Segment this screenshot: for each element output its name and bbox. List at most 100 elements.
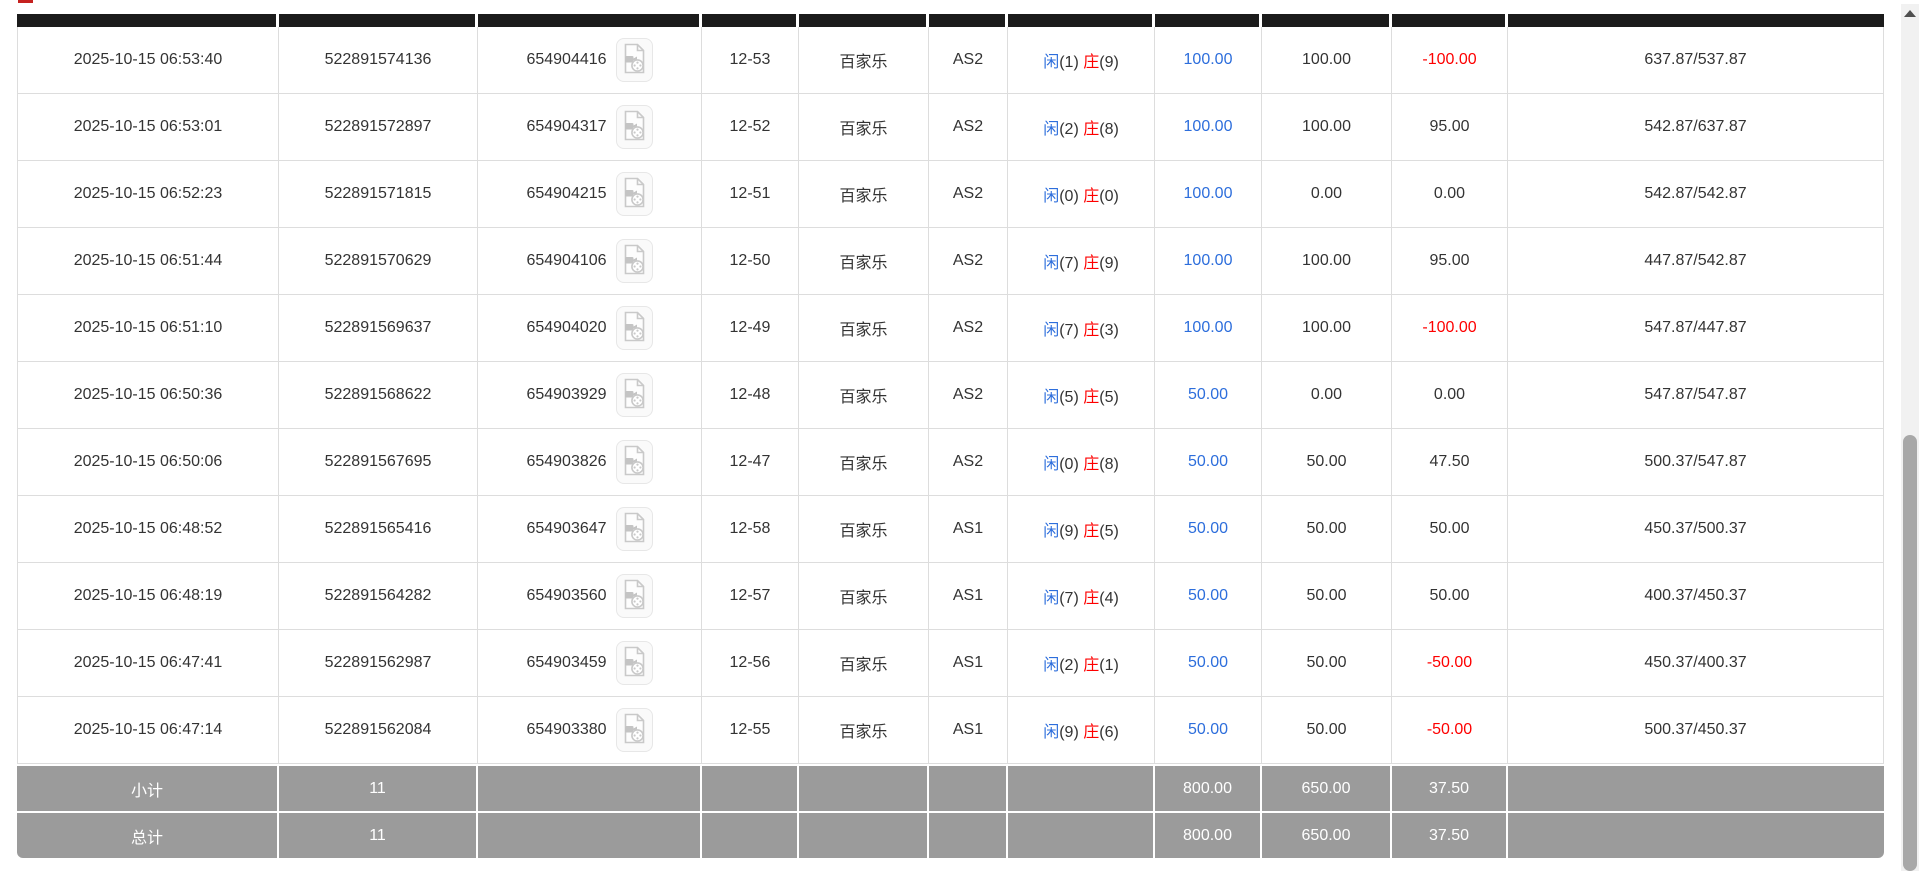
footer-empty: [478, 811, 702, 858]
cell-game-no: 654903560: [478, 563, 702, 630]
col-header-result: [1008, 14, 1155, 27]
cell-balance: 500.37/547.87: [1508, 429, 1884, 496]
video-file-icon: [622, 713, 647, 747]
table-row: 2025-10-15 06:51:10522891569637654904020…: [17, 295, 1884, 362]
table-row: 2025-10-15 06:52:23522891571815654904215…: [17, 161, 1884, 228]
bet-amount-link[interactable]: 50.00: [1188, 520, 1228, 537]
result-player-label: 闲: [1043, 657, 1059, 674]
col-header-bet: [1155, 14, 1262, 27]
video-replay-button[interactable]: [616, 440, 653, 484]
cell-table: AS2: [929, 362, 1008, 429]
cell-valid-amount: 100.00: [1262, 27, 1392, 94]
result-player-score: (2): [1059, 121, 1083, 138]
cell-game-type: 百家乐: [799, 27, 929, 94]
bet-amount-link[interactable]: 50.00: [1188, 721, 1228, 738]
cell-order-no: 522891574136: [279, 27, 478, 94]
scrollbar-up-arrow-icon[interactable]: [1904, 10, 1916, 17]
col-header-valid: [1262, 14, 1392, 27]
bet-amount-link[interactable]: 50.00: [1188, 453, 1228, 470]
cell-result: 闲(0) 庄(8): [1008, 429, 1155, 496]
red-marker: [18, 0, 33, 3]
cell-result: 闲(7) 庄(9): [1008, 228, 1155, 295]
video-replay-button[interactable]: [616, 172, 653, 216]
cell-balance: 447.87/542.87: [1508, 228, 1884, 295]
cell-valid-amount: 50.00: [1262, 697, 1392, 764]
cell-bet-amount: 100.00: [1155, 295, 1262, 362]
video-replay-button[interactable]: [616, 373, 653, 417]
cell-win-loss: -50.00: [1392, 697, 1508, 764]
result-player-score: (5): [1059, 389, 1083, 406]
cell-valid-amount: 0.00: [1262, 161, 1392, 228]
result-player-label: 闲: [1043, 188, 1059, 205]
bet-amount-link[interactable]: 50.00: [1188, 386, 1228, 403]
video-replay-button[interactable]: [616, 38, 653, 82]
bet-amount-link[interactable]: 100.00: [1184, 51, 1233, 68]
cell-balance: 450.37/400.37: [1508, 630, 1884, 697]
game-no-group: 654904215: [526, 172, 652, 216]
cell-game-type: 百家乐: [799, 496, 929, 563]
table-row: 2025-10-15 06:47:41522891562987654903459…: [17, 630, 1884, 697]
cell-valid-amount: 100.00: [1262, 295, 1392, 362]
footer-winloss-total: 37.50: [1392, 811, 1508, 858]
result-player-label: 闲: [1043, 590, 1059, 607]
vertical-scrollbar[interactable]: [1901, 4, 1919, 871]
cell-time: 2025-10-15 06:50:06: [17, 429, 279, 496]
bet-amount-link[interactable]: 100.00: [1184, 252, 1233, 269]
bet-amount-link[interactable]: 50.00: [1188, 654, 1228, 671]
cell-table: AS1: [929, 697, 1008, 764]
cell-balance: 542.87/637.87: [1508, 94, 1884, 161]
result-banker-score: (8): [1099, 121, 1119, 138]
cell-bet-amount: 100.00: [1155, 27, 1262, 94]
footer-empty: [929, 764, 1008, 811]
col-header-game-type: [799, 14, 929, 27]
footer-count: 11: [279, 764, 478, 811]
result-banker-label: 庄: [1083, 121, 1099, 138]
video-replay-button[interactable]: [616, 708, 653, 752]
scrollbar-thumb[interactable]: [1903, 435, 1917, 871]
cell-order-no: 522891570629: [279, 228, 478, 295]
cell-round: 12-53: [702, 27, 799, 94]
video-file-icon: [622, 646, 647, 680]
bet-amount-link[interactable]: 100.00: [1184, 319, 1233, 336]
cell-result: 闲(1) 庄(9): [1008, 27, 1155, 94]
video-replay-button[interactable]: [616, 507, 653, 551]
game-no-group: 654903929: [526, 373, 652, 417]
result-banker-score: (0): [1099, 188, 1119, 205]
cell-order-no: 522891571815: [279, 161, 478, 228]
footer-empty: [799, 811, 929, 858]
cell-result: 闲(2) 庄(8): [1008, 94, 1155, 161]
bet-amount-link[interactable]: 50.00: [1188, 587, 1228, 604]
video-replay-button[interactable]: [616, 306, 653, 350]
result-player-label: 闲: [1043, 724, 1059, 741]
total-row: 总计11800.00650.0037.50: [17, 811, 1884, 858]
table-row: 2025-10-15 06:47:14522891562084654903380…: [17, 697, 1884, 764]
game-no-group: 654904106: [526, 239, 652, 283]
cell-time: 2025-10-15 06:51:44: [17, 228, 279, 295]
video-replay-button[interactable]: [616, 574, 653, 618]
video-replay-button[interactable]: [616, 641, 653, 685]
cell-order-no: 522891568622: [279, 362, 478, 429]
cell-time: 2025-10-15 06:47:14: [17, 697, 279, 764]
cell-win-loss: -100.00: [1392, 295, 1508, 362]
cell-order-no: 522891562987: [279, 630, 478, 697]
result-banker-score: (8): [1099, 456, 1119, 473]
cell-order-no: 522891565416: [279, 496, 478, 563]
game-no-value: 654903459: [526, 654, 606, 672]
table-row: 2025-10-15 06:53:01522891572897654904317…: [17, 94, 1884, 161]
result-banker-score: (5): [1099, 523, 1119, 540]
cell-bet-amount: 50.00: [1155, 496, 1262, 563]
bet-amount-link[interactable]: 100.00: [1184, 185, 1233, 202]
video-file-icon: [622, 579, 647, 613]
cell-game-type: 百家乐: [799, 228, 929, 295]
video-replay-button[interactable]: [616, 239, 653, 283]
cell-game-no: 654904106: [478, 228, 702, 295]
col-header-table: [929, 14, 1008, 27]
cell-win-loss: 95.00: [1392, 228, 1508, 295]
result-banker-score: (4): [1099, 590, 1119, 607]
cell-round: 12-56: [702, 630, 799, 697]
footer-bet-total: 800.00: [1155, 811, 1262, 858]
cell-game-no: 654903826: [478, 429, 702, 496]
video-replay-button[interactable]: [616, 105, 653, 149]
bet-amount-link[interactable]: 100.00: [1184, 118, 1233, 135]
table-header-row: [17, 14, 1884, 27]
